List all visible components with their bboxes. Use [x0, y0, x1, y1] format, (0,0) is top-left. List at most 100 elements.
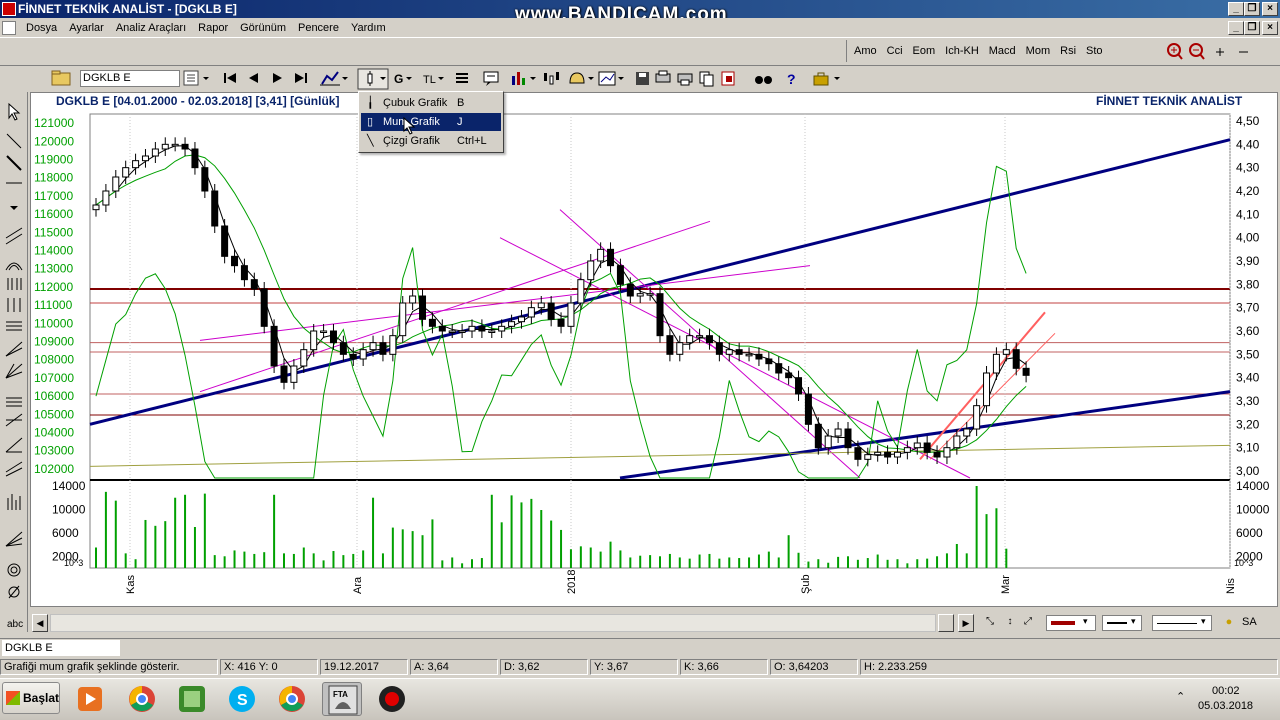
- trendline-tool-icon[interactable]: [6, 155, 22, 171]
- indicator-rsi-button[interactable]: Rsi: [1055, 40, 1081, 62]
- pitchfork-tool-icon[interactable]: [5, 461, 23, 477]
- toolbox-icon[interactable]: [813, 72, 840, 86]
- print-icon[interactable]: [677, 73, 693, 86]
- chart-window-icon[interactable]: [598, 71, 624, 86]
- channel-tool-icon[interactable]: [5, 227, 23, 245]
- fta-taskbar-icon[interactable]: FTA: [322, 682, 362, 716]
- regression-tool-icon[interactable]: [5, 413, 23, 427]
- chrome-taskbar-icon[interactable]: [122, 682, 162, 716]
- line-style-select[interactable]: ▾: [1152, 615, 1212, 631]
- menu-pencere[interactable]: Pencere: [292, 18, 345, 38]
- print-setup-icon[interactable]: [655, 70, 671, 83]
- dropdown-item-mum[interactable]: ▯ Mum Grafik J: [361, 113, 501, 131]
- line-color-select[interactable]: ▾: [1046, 615, 1096, 631]
- comment-icon[interactable]: [483, 71, 499, 86]
- zoom-x-icon[interactable]: ⤡: [983, 616, 997, 630]
- line-tool-icon[interactable]: [6, 133, 22, 149]
- close-button[interactable]: ×: [1262, 2, 1278, 16]
- angle-tool-icon[interactable]: [5, 437, 23, 453]
- symbol-list-icon[interactable]: [183, 70, 209, 86]
- text-tool-icon[interactable]: abc: [7, 619, 23, 630]
- indicator-sto-button[interactable]: Sto: [1081, 40, 1108, 62]
- candle-body-9: [181, 143, 189, 150]
- menu-yardim[interactable]: Yardım: [345, 18, 392, 38]
- zoom-out-icon[interactable]: [1189, 43, 1205, 60]
- next-icon[interactable]: [273, 73, 282, 83]
- period-button[interactable]: G: [394, 72, 412, 86]
- retracement-tool-icon[interactable]: [6, 397, 22, 407]
- speed-line-tool-icon[interactable]: [5, 341, 23, 357]
- indicator-eom-button[interactable]: Eom: [908, 40, 941, 62]
- indicator-cci-button[interactable]: Cci: [882, 40, 908, 62]
- app-icon[interactable]: [2, 2, 16, 16]
- currency-button[interactable]: TL: [423, 74, 444, 86]
- save-icon[interactable]: [636, 72, 649, 85]
- indicator-chart-icon[interactable]: [512, 72, 536, 85]
- child-window-icon[interactable]: [2, 21, 16, 35]
- zoom-y-icon[interactable]: ↕: [1003, 616, 1017, 630]
- skype-taskbar-icon[interactable]: S: [222, 682, 262, 716]
- dropdown-item-cubuk[interactable]: ╽ Çubuk Grafik B: [361, 94, 501, 112]
- start-button[interactable]: Başlat: [2, 682, 60, 714]
- candle-body-63: [715, 342, 723, 355]
- fibonacci-vertical-tool-icon[interactable]: [7, 278, 22, 290]
- sa-label[interactable]: SA: [1242, 616, 1257, 628]
- plus-icon[interactable]: [1216, 48, 1224, 56]
- video-app-taskbar-icon[interactable]: [172, 682, 212, 716]
- ellipse-tool-icon[interactable]: [7, 563, 21, 577]
- help-icon[interactable]: ?: [787, 71, 796, 87]
- fibonacci-tool-icon[interactable]: [6, 321, 22, 331]
- dropdown-item-cizgi[interactable]: ╲ Çizgi Grafik Ctrl+L: [361, 132, 501, 150]
- symbol-input[interactable]: DGKLB E: [80, 70, 180, 87]
- copy-icon[interactable]: [699, 71, 714, 87]
- open-folder-icon[interactable]: [50, 69, 74, 87]
- symbol-tab[interactable]: DGKLB E: [2, 640, 120, 656]
- indicator-amo-button[interactable]: Amo: [849, 40, 882, 62]
- alarm-bell-icon[interactable]: [569, 72, 594, 84]
- gann-tool-icon[interactable]: [5, 363, 23, 379]
- maximize-button[interactable]: ❐: [1244, 2, 1260, 16]
- menu-rapor[interactable]: Rapor: [192, 18, 234, 38]
- line-width-select[interactable]: ▾: [1102, 615, 1142, 631]
- price-chart[interactable]: 121000 120000 119000 118000 117000 116000 1150…: [30, 112, 1278, 602]
- fan-tool-icon[interactable]: [5, 531, 23, 547]
- fit-icon[interactable]: ⤢: [1021, 616, 1035, 630]
- scroll-thumb[interactable]: [938, 614, 954, 632]
- lightbulb-icon[interactable]: ●: [1222, 616, 1236, 630]
- arc-tool-icon[interactable]: [5, 262, 23, 271]
- scroll-left-button[interactable]: ◀: [32, 614, 48, 632]
- bars-tool-icon[interactable]: [7, 494, 21, 510]
- minimize-button[interactable]: _: [1228, 2, 1244, 16]
- candle-type-button[interactable]: [357, 68, 389, 90]
- candles-icon[interactable]: [544, 72, 559, 85]
- zoom-in-icon[interactable]: [1167, 43, 1183, 60]
- expand-tools-icon[interactable]: [10, 206, 18, 210]
- chrome-taskbar-icon-2[interactable]: [272, 682, 312, 716]
- scroll-right-button[interactable]: ▶: [958, 614, 974, 632]
- list-icon[interactable]: [456, 73, 468, 83]
- media-player-taskbar-icon[interactable]: [70, 682, 110, 716]
- indicator-macd-button[interactable]: Macd: [984, 40, 1021, 62]
- chart-style-icon[interactable]: [320, 71, 348, 86]
- menu-ayarlar[interactable]: Ayarlar: [63, 18, 110, 38]
- child-close-button[interactable]: ×: [1262, 21, 1278, 35]
- indicator-mom-button[interactable]: Mom: [1021, 40, 1055, 62]
- indicator-ich-kh-button[interactable]: Ich-KH: [940, 40, 984, 62]
- menu-gorunum[interactable]: Görünüm: [234, 18, 292, 38]
- menu-dosya[interactable]: Dosya: [20, 18, 63, 38]
- pointer-tool-icon[interactable]: [8, 102, 21, 121]
- child-restore-button[interactable]: ❐: [1244, 21, 1260, 35]
- bandicam-taskbar-icon[interactable]: [372, 682, 412, 716]
- eraser-tool-icon[interactable]: [8, 585, 20, 599]
- scroll-track[interactable]: [50, 614, 936, 632]
- cycle-tool-icon[interactable]: [7, 298, 21, 312]
- tray-expand-icon[interactable]: ⌃: [1176, 690, 1185, 703]
- first-icon[interactable]: [224, 73, 236, 83]
- candle-body-44: [527, 307, 535, 318]
- previous-icon[interactable]: [249, 73, 258, 83]
- child-minimize-button[interactable]: _: [1228, 21, 1244, 35]
- last-icon[interactable]: [295, 73, 307, 83]
- find-binoculars-icon[interactable]: [755, 76, 772, 84]
- export-icon[interactable]: [721, 71, 735, 86]
- menu-analiz-araclari[interactable]: Analiz Araçları: [110, 18, 192, 38]
